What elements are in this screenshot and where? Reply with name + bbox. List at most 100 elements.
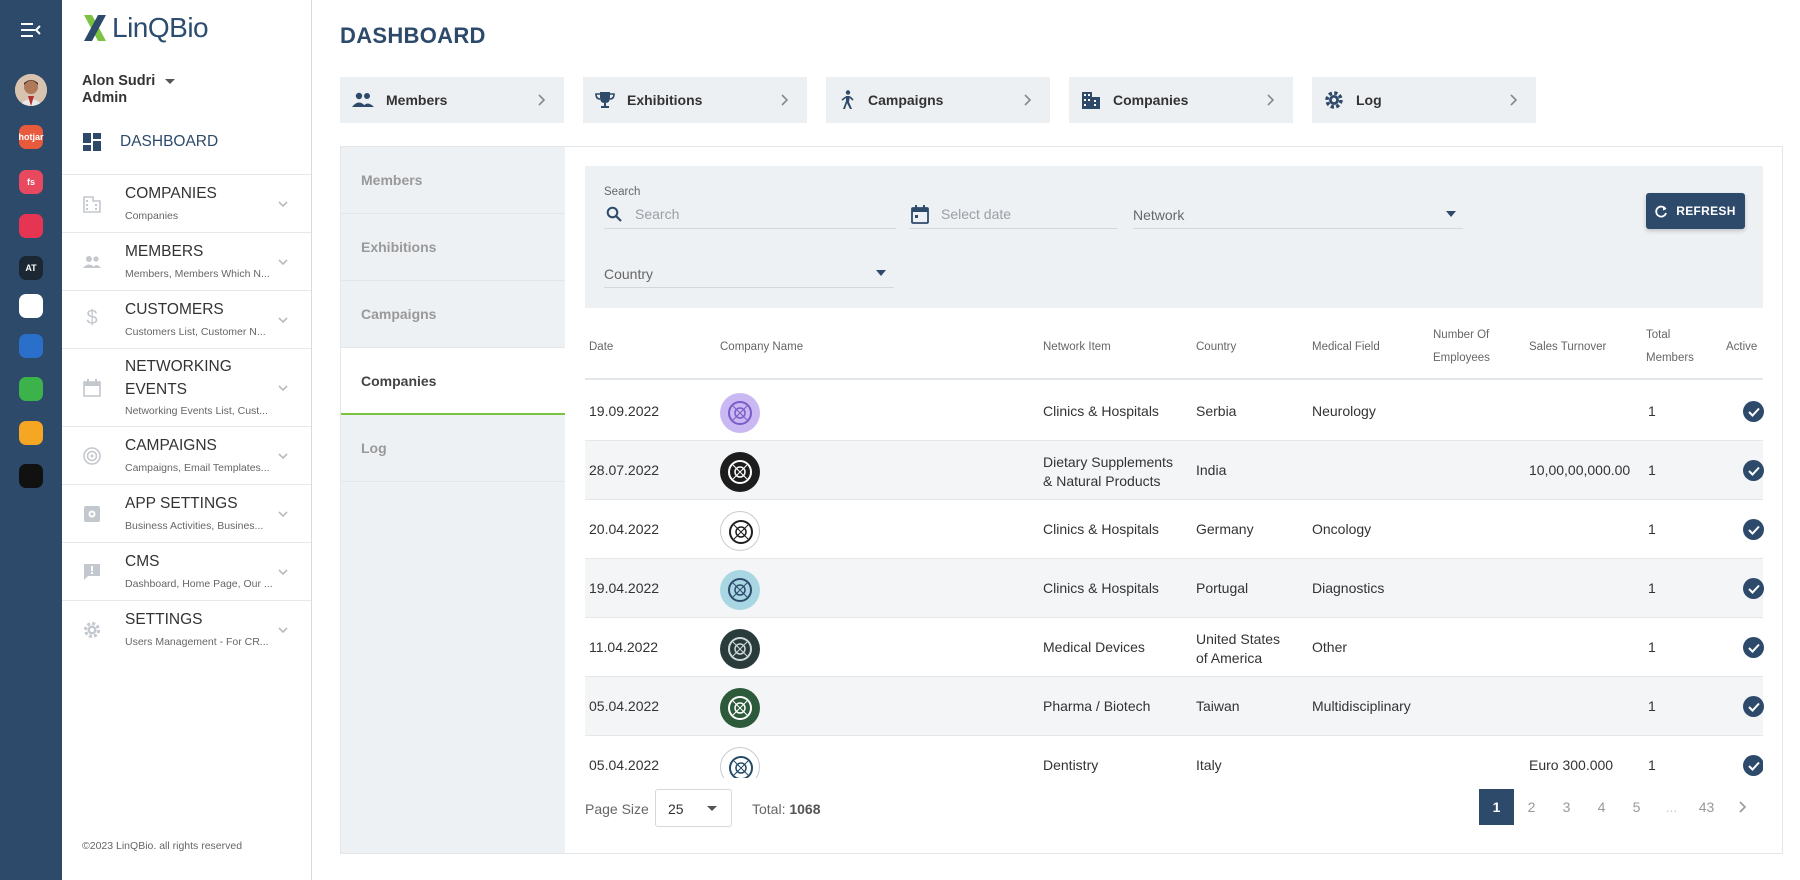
sidebar-item-dashboard[interactable]: DASHBOARD [82, 132, 218, 152]
quick-link-members[interactable]: Members [340, 77, 564, 123]
company-logo[interactable] [720, 570, 760, 610]
cell-country: United States [1196, 631, 1281, 647]
company-logo[interactable] [720, 688, 760, 728]
sidebar-item-app-settings[interactable]: APP SETTINGS Business Activities, Busine… [62, 484, 311, 542]
quick-link-companies[interactable]: Companies [1069, 77, 1293, 123]
sidebar-item-title: NETWORKING [125, 358, 232, 375]
at-app-icon[interactable]: AT [19, 256, 43, 280]
table-row[interactable]: 19.09.2022 Clinics & Hospitals Serbia Neuro… [585, 382, 1764, 441]
active-check-icon[interactable] [1743, 637, 1764, 658]
blue-app-icon[interactable] [19, 334, 43, 358]
sidebar-item-customers[interactable]: $ CUSTOMERS Customers List, Customer N..… [62, 290, 311, 348]
active-check-icon[interactable] [1743, 578, 1764, 599]
page-button-2[interactable]: 2 [1514, 789, 1549, 825]
cell-total-members: 1 [1648, 698, 1656, 714]
company-logo-icon [728, 401, 752, 425]
page-button-3[interactable]: 3 [1549, 789, 1584, 825]
analytics-app-icon[interactable] [19, 421, 43, 445]
company-logo[interactable] [720, 629, 760, 669]
tab-exhibitions[interactable]: Exhibitions [341, 214, 565, 281]
sidebar-item-subtitle: Users Management - For CR... [125, 636, 269, 648]
quick-link-log[interactable]: Log [1312, 77, 1536, 123]
page-button-1[interactable]: 1 [1479, 789, 1514, 825]
company-logo[interactable] [720, 452, 760, 492]
country-select[interactable]: Country [604, 266, 653, 282]
quick-link-exhibitions[interactable]: Exhibitions [583, 77, 807, 123]
refresh-label: REFRESH [1676, 204, 1736, 218]
sidebar-item-campaigns[interactable]: CAMPAIGNS Campaigns, Email Templates... [62, 426, 311, 484]
search-input[interactable]: Search [635, 206, 679, 222]
target-icon [83, 447, 101, 465]
company-logo-icon [728, 578, 752, 602]
dropdown-arrow-icon [1446, 211, 1456, 217]
page-button-43[interactable]: 43 [1689, 789, 1724, 825]
mail-app-icon[interactable] [19, 294, 43, 318]
active-check-icon[interactable] [1743, 696, 1764, 717]
cell-network: Pharma / Biotech [1043, 698, 1151, 714]
table-row[interactable]: 19.04.2022 Clinics & Hospitals Portugal Dia… [585, 559, 1764, 618]
dashboard-icon [83, 133, 101, 151]
cell-country: Italy [1196, 757, 1222, 773]
active-check-icon[interactable] [1743, 401, 1764, 422]
column-header-country[interactable]: Country [1196, 336, 1236, 359]
column-header-members[interactable]: Total [1646, 324, 1670, 347]
brand-logo[interactable]: LinQBio [82, 12, 209, 44]
column-header-date[interactable]: Date [589, 336, 613, 359]
column-header-field[interactable]: Medical Field [1312, 336, 1380, 359]
column-header-employees[interactable]: Number Of [1433, 324, 1489, 347]
tab-companies[interactable]: Companies [341, 348, 565, 415]
active-check-icon[interactable] [1743, 519, 1764, 540]
date-input[interactable]: Select date [941, 206, 1011, 222]
user-menu[interactable]: Alon Sudri Admin [82, 73, 176, 107]
fs-app-icon[interactable]: fs [19, 170, 43, 194]
sidebar-item-settings[interactable]: SETTINGS Users Management - For CR... [62, 600, 311, 658]
cell-date: 19.04.2022 [589, 580, 660, 596]
sidebar-item-cms[interactable]: CMS Dashboard, Home Page, Our ... [62, 542, 311, 600]
quick-link-campaigns[interactable]: Campaigns [826, 77, 1050, 123]
table-row[interactable]: 05.04.2022 Dentistry Italy Euro 300.000 1 [585, 736, 1763, 778]
sidebar-item-members[interactable]: MEMBERS Members, Members Which N... [62, 232, 311, 290]
table-row[interactable]: 28.07.2022 Dietary Supplements & Natural P… [585, 441, 1764, 500]
person-walking-icon [841, 90, 854, 109]
refresh-button[interactable]: REFRESH [1646, 193, 1745, 229]
table-row[interactable]: 11.04.2022 Medical Devices United States of… [585, 618, 1764, 677]
table-row[interactable]: 05.04.2022 Pharma / Biotech Taiwan Multidis… [585, 677, 1764, 736]
company-logo[interactable] [720, 511, 760, 551]
cell-total-members: 1 [1648, 757, 1656, 773]
cell-network: Medical Devices [1043, 639, 1145, 655]
tab-campaigns[interactable]: Campaigns [341, 281, 565, 348]
cell-network-line2: & Natural Products [1043, 473, 1161, 489]
sidebar-item-companies[interactable]: COMPANIES Companies [62, 174, 311, 232]
page-size-select[interactable]: 25 [655, 789, 732, 827]
people-icon [83, 256, 101, 268]
company-logo[interactable] [720, 747, 760, 778]
active-check-icon[interactable] [1743, 755, 1763, 776]
share-app-icon[interactable] [19, 377, 43, 401]
network-underline [1133, 228, 1463, 229]
twilio-app-icon[interactable] [19, 214, 43, 238]
active-check-icon[interactable] [1743, 460, 1764, 481]
table-row[interactable]: 20.04.2022 Clinics & Hospitals Germany Onco… [585, 500, 1764, 559]
hotjar-app-icon[interactable]: hotjar [19, 125, 44, 149]
chevron-down-icon [278, 317, 288, 324]
cell-date: 05.04.2022 [589, 698, 660, 714]
calendar-icon [83, 379, 101, 397]
sidebar-item-networking-events[interactable]: NETWORKING EVENTS Networking Events List… [62, 348, 311, 426]
tab-members[interactable]: Members [341, 147, 565, 214]
tab-log[interactable]: Log [341, 415, 565, 482]
column-header-active[interactable]: Active [1726, 336, 1757, 359]
chat-app-icon[interactable] [19, 464, 43, 488]
dashboard-panel: Members Exhibitions Campaigns Companies … [340, 146, 1783, 854]
menu-collapse-icon[interactable] [15, 14, 47, 46]
user-avatar[interactable] [15, 74, 47, 106]
page-size-label: Page Size [585, 801, 649, 817]
column-header-company[interactable]: Company Name [720, 336, 803, 359]
company-logo[interactable] [720, 393, 760, 433]
next-page-button[interactable] [1724, 789, 1759, 825]
network-select[interactable]: Network [1133, 207, 1184, 223]
column-header-network[interactable]: Network Item [1043, 336, 1111, 359]
column-header-turnover[interactable]: Sales Turnover [1529, 336, 1606, 359]
cell-country: Germany [1196, 521, 1254, 537]
page-button-4[interactable]: 4 [1584, 789, 1619, 825]
page-button-5[interactable]: 5 [1619, 789, 1654, 825]
